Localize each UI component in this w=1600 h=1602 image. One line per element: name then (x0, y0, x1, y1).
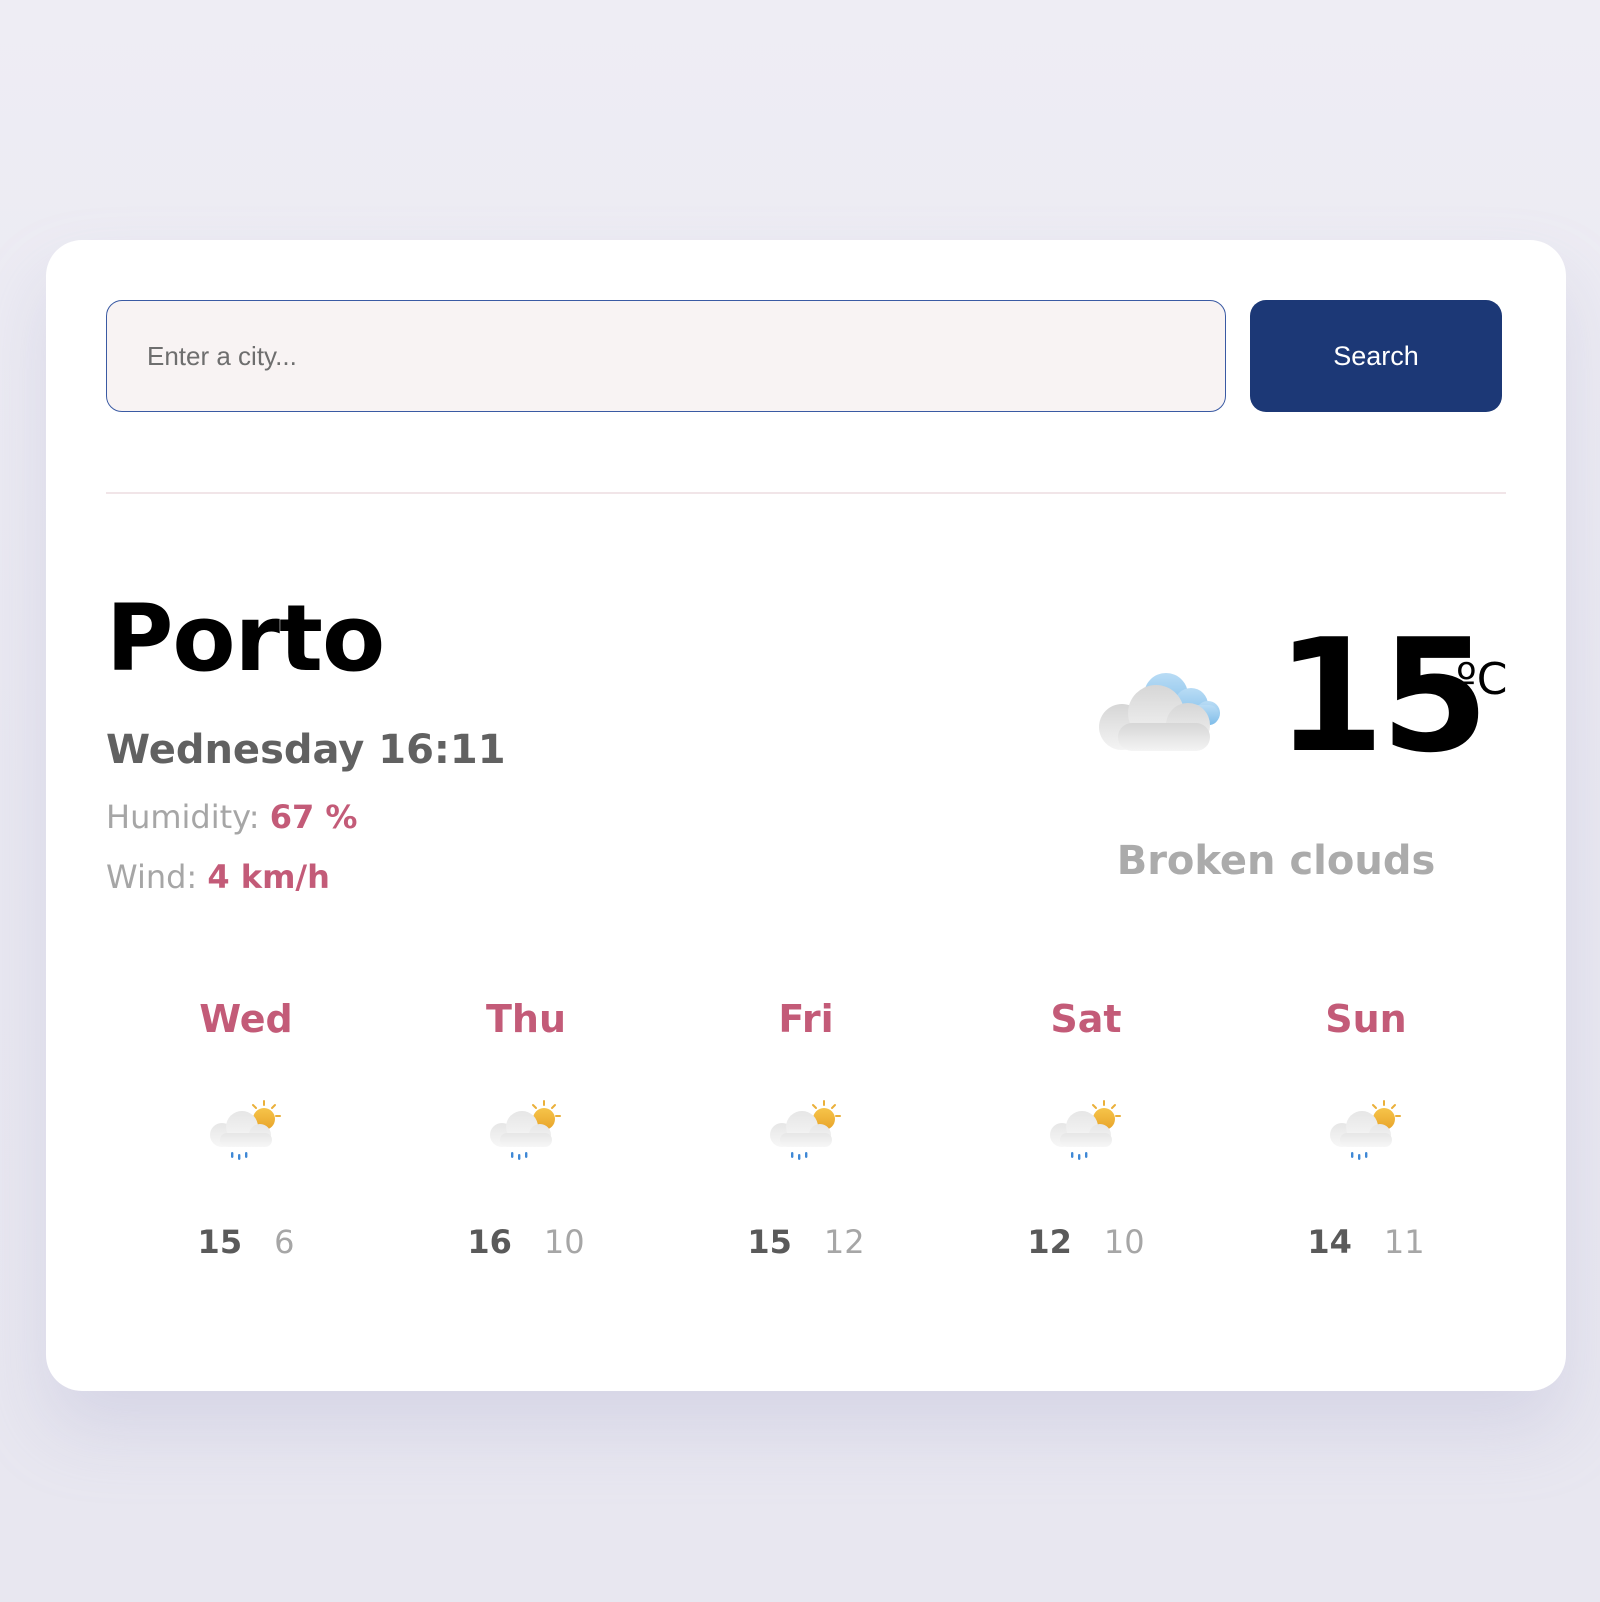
city-name: Porto (106, 585, 385, 692)
forecast-day: Fri 15 12 (666, 1000, 946, 1300)
broken-clouds-icon (1099, 673, 1220, 751)
forecast-max-temp: 14 (1307, 1223, 1352, 1261)
city-search-input[interactable] (106, 300, 1226, 412)
forecast-min-temp: 6 (274, 1223, 295, 1261)
forecast-temps: 15 6 (106, 1226, 386, 1258)
forecast-day-name: Sun (1325, 997, 1407, 1041)
forecast-day: Sun 14 11 (1226, 1000, 1506, 1300)
wind-label: Wind: (106, 858, 198, 896)
forecast-list: Wed 15 6 Thu 16 10 Fri 15 12 Sat 12 10 S… (106, 1000, 1506, 1300)
rain-sun-cloud-icon (490, 1100, 561, 1160)
rain-sun-cloud-icon (1050, 1100, 1121, 1160)
forecast-temps: 16 10 (386, 1226, 666, 1258)
forecast-day: Thu 16 10 (386, 1000, 666, 1300)
forecast-max-temp: 15 (197, 1223, 243, 1261)
forecast-min-temp: 11 (1383, 1223, 1425, 1261)
forecast-min-temp: 10 (1103, 1223, 1145, 1261)
humidity-label: Humidity: (106, 798, 260, 836)
forecast-min-temp: 12 (823, 1223, 865, 1261)
forecast-max-temp: 16 (467, 1223, 512, 1261)
divider (106, 492, 1506, 494)
forecast-max-temp: 12 (1027, 1223, 1072, 1261)
forecast-day: Sat 12 10 (946, 1000, 1226, 1300)
forecast-day-name: Thu (485, 997, 567, 1041)
wind-row: Wind: 4 km/h (106, 861, 330, 893)
weather-card: Search Porto Wednesday 16:11 Humidity: 6… (46, 240, 1566, 1391)
forecast-day-name: Fri (778, 997, 834, 1041)
current-temperature: 15 (1276, 605, 1489, 787)
forecast-temps: 12 10 (946, 1226, 1226, 1258)
forecast-max-temp: 15 (747, 1223, 792, 1261)
weather-description: Broken clouds (1116, 838, 1436, 884)
current-datetime: Wednesday 16:11 (106, 727, 506, 773)
forecast-temps: 14 11 (1226, 1226, 1506, 1258)
rain-sun-cloud-icon (770, 1100, 841, 1160)
rain-sun-cloud-icon (1330, 1100, 1401, 1160)
rain-sun-cloud-icon (210, 1100, 281, 1160)
temperature-unit: ºC (1456, 654, 1508, 705)
search-form: Search (106, 300, 1506, 412)
forecast-day-name: Wed (199, 997, 293, 1041)
humidity-value: 67 % (269, 798, 358, 836)
wind-value: 4 km/h (207, 858, 330, 896)
humidity-row: Humidity: 67 % (106, 801, 357, 833)
forecast-temps: 15 12 (666, 1226, 946, 1258)
forecast-day-name: Sat (1050, 997, 1122, 1041)
forecast-day: Wed 15 6 (106, 1000, 386, 1300)
search-button[interactable]: Search (1250, 300, 1502, 412)
forecast-min-temp: 10 (543, 1223, 585, 1261)
